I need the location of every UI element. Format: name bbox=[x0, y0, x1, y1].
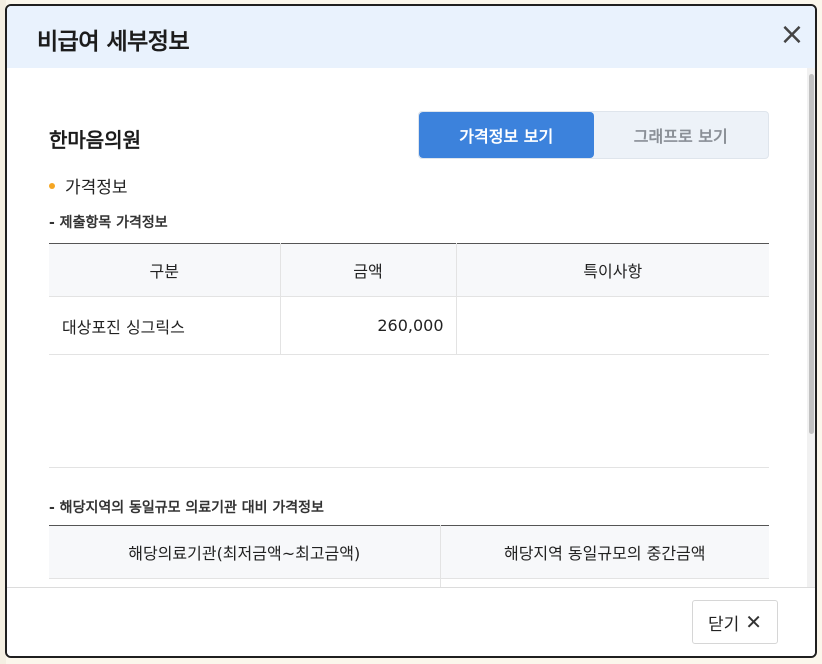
close-icon: ✕ bbox=[745, 610, 763, 634]
modal-footer: 닫기 ✕ bbox=[7, 587, 815, 656]
modal-title: 비급여 세부정보 bbox=[37, 29, 190, 55]
close-button-label: 닫기 bbox=[707, 614, 740, 635]
section-divider bbox=[49, 467, 769, 468]
close-button[interactable]: 닫기 ✕ bbox=[692, 600, 778, 644]
modal-header: 비급여 세부정보 × bbox=[7, 6, 815, 68]
view-toggle: 가격정보 보기 그래프로 보기 bbox=[418, 111, 769, 159]
submitted-price-heading: - 제출항목 가격정보 bbox=[49, 215, 168, 231]
row-amount: 260,000 bbox=[280, 296, 457, 355]
close-icon[interactable]: × bbox=[777, 20, 807, 50]
section-label: 가격정보 bbox=[49, 173, 128, 198]
column-header-regional-median: 해당지역 동일규모의 중간금액 bbox=[440, 525, 769, 579]
bullet-icon bbox=[49, 183, 55, 189]
regional-price-heading: - 해당지역의 동일규모 의료기관 대비 가격정보 bbox=[49, 500, 324, 516]
row-note bbox=[456, 296, 769, 355]
nonbenefit-detail-modal: 비급여 세부정보 × 한마음의원 가격정보 보기 그래프로 보기 가격정보 - … bbox=[5, 4, 817, 658]
submitted-price-table: 구분 금액 특이사항 대상포진 싱그릭스 260,000 bbox=[49, 243, 769, 355]
column-header-category: 구분 bbox=[49, 243, 281, 297]
row-category: 대상포진 싱그릭스 bbox=[49, 296, 281, 355]
price-view-button[interactable]: 가격정보 보기 bbox=[419, 112, 594, 158]
graph-view-button[interactable]: 그래프로 보기 bbox=[594, 112, 769, 158]
regional-price-table: 해당의료기관(최저금액~최고금액) 해당지역 동일규모의 중간금액 bbox=[49, 525, 769, 588]
column-header-amount: 금액 bbox=[280, 243, 457, 297]
column-header-clinic-range: 해당의료기관(최저금액~최고금액) bbox=[49, 525, 441, 579]
table-row: 대상포진 싱그릭스 260,000 bbox=[49, 296, 769, 355]
column-header-note: 특이사항 bbox=[456, 243, 769, 297]
clinic-name: 한마음의원 bbox=[49, 128, 141, 152]
modal-body[interactable]: 한마음의원 가격정보 보기 그래프로 보기 가격정보 - 제출항목 가격정보 구… bbox=[7, 68, 815, 588]
scrollbar-thumb[interactable] bbox=[809, 74, 814, 434]
